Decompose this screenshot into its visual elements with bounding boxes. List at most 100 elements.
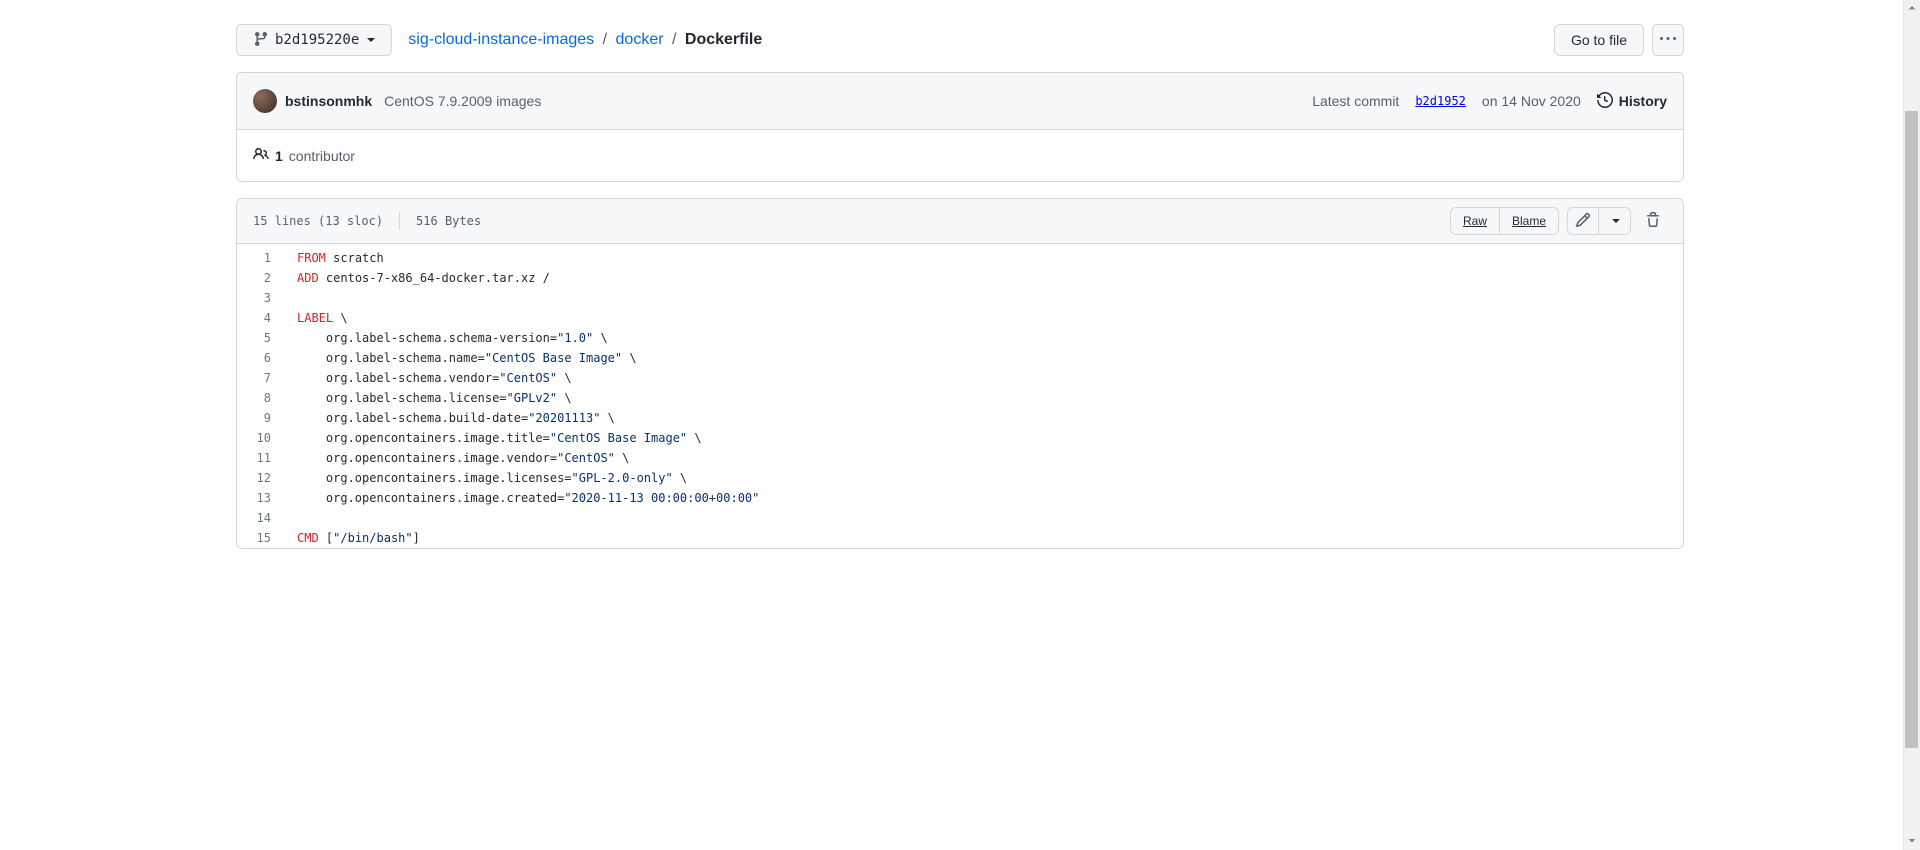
- file-meta: 15 lines (13 sloc) 516 Bytes: [253, 212, 481, 230]
- history-label: History: [1619, 93, 1667, 109]
- history-link[interactable]: History: [1597, 92, 1667, 111]
- code-line: 15CMD ["/bin/bash"]: [237, 528, 1683, 548]
- raw-button[interactable]: Raw: [1450, 207, 1500, 235]
- commit-date: on 14 Nov 2020: [1482, 93, 1581, 109]
- code-line: 14: [237, 508, 1683, 528]
- file-view-page: b2d195220e sig-cloud-instance-images / d…: [220, 0, 1700, 549]
- breadcrumb-path-link[interactable]: docker: [616, 31, 664, 48]
- more-options-button[interactable]: [1652, 24, 1684, 56]
- top-row: b2d195220e sig-cloud-instance-images / d…: [236, 24, 1684, 56]
- commit-author-area: bstinsonmhk CentOS 7.9.2009 images: [253, 89, 541, 113]
- line-content[interactable]: [287, 288, 1683, 308]
- people-icon: [253, 146, 269, 165]
- branch-name: b2d195220e: [275, 32, 359, 48]
- line-content[interactable]: org.opencontainers.image.vendor="CentOS"…: [287, 448, 1683, 468]
- line-number[interactable]: 15: [237, 528, 287, 548]
- code-line: 11 org.opencontainers.image.vendor="Cent…: [237, 448, 1683, 468]
- scrollbar[interactable]: ⏶ ⏷: [1903, 0, 1920, 850]
- breadcrumb-separator: /: [672, 31, 676, 48]
- line-content[interactable]: org.opencontainers.image.created="2020-1…: [287, 488, 1683, 508]
- code-body: 1FROM scratch2ADD centos-7-x86_64-docker…: [237, 244, 1683, 548]
- code-line: 5 org.label-schema.schema-version="1.0" …: [237, 328, 1683, 348]
- line-number[interactable]: 9: [237, 408, 287, 428]
- breadcrumb: sig-cloud-instance-images / docker / Doc…: [408, 31, 762, 49]
- code-line: 3: [237, 288, 1683, 308]
- line-content[interactable]: [287, 508, 1683, 528]
- line-number[interactable]: 5: [237, 328, 287, 348]
- left-nav: b2d195220e sig-cloud-instance-images / d…: [236, 24, 762, 56]
- commit-author-link[interactable]: bstinsonmhk: [285, 93, 372, 109]
- blame-button[interactable]: Blame: [1500, 207, 1559, 235]
- code-line: 6 org.label-schema.name="CentOS Base Ima…: [237, 348, 1683, 368]
- line-content[interactable]: org.opencontainers.image.title="CentOS B…: [287, 428, 1683, 448]
- caret-down-icon: [367, 38, 375, 42]
- code-line: 8 org.label-schema.license="GPLv2" \: [237, 388, 1683, 408]
- edit-group: [1567, 207, 1631, 235]
- commit-box: bstinsonmhk CentOS 7.9.2009 images Lates…: [236, 72, 1684, 182]
- line-number[interactable]: 12: [237, 468, 287, 488]
- code-line: 2ADD centos-7-x86_64-docker.tar.xz /: [237, 268, 1683, 288]
- contributors-label: contributor: [289, 148, 355, 164]
- history-icon: [1597, 92, 1613, 111]
- line-content[interactable]: CMD ["/bin/bash"]: [287, 528, 1683, 548]
- git-branch-icon: [253, 31, 269, 50]
- contributors-count: 1: [275, 148, 283, 164]
- code-line: 13 org.opencontainers.image.created="202…: [237, 488, 1683, 508]
- code-line: 4LABEL \: [237, 308, 1683, 328]
- file-tools: Raw Blame: [1450, 207, 1667, 235]
- pencil-icon: [1575, 212, 1591, 231]
- line-content[interactable]: org.opencontainers.image.licenses="GPL-2…: [287, 468, 1683, 488]
- branch-select-button[interactable]: b2d195220e: [236, 24, 392, 56]
- contributors-row[interactable]: 1 contributor: [237, 129, 1683, 181]
- line-number[interactable]: 8: [237, 388, 287, 408]
- go-to-file-button[interactable]: Go to file: [1554, 24, 1644, 56]
- kebab-horizontal-icon: [1660, 31, 1676, 50]
- line-number[interactable]: 14: [237, 508, 287, 528]
- line-content[interactable]: org.label-schema.name="CentOS Base Image…: [287, 348, 1683, 368]
- scrollbar-thumb[interactable]: [1905, 111, 1918, 749]
- edit-dropdown-button[interactable]: [1599, 207, 1631, 235]
- commit-header: bstinsonmhk CentOS 7.9.2009 images Lates…: [237, 73, 1683, 129]
- scrollbar-up-arrow[interactable]: ⏶: [1904, 0, 1920, 17]
- code-line: 9 org.label-schema.build-date="20201113"…: [237, 408, 1683, 428]
- line-content[interactable]: ADD centos-7-x86_64-docker.tar.xz /: [287, 268, 1683, 288]
- code-line: 1FROM scratch: [237, 244, 1683, 268]
- commit-message[interactable]: CentOS 7.9.2009 images: [384, 93, 541, 109]
- code-line: 12 org.opencontainers.image.licenses="GP…: [237, 468, 1683, 488]
- line-number[interactable]: 4: [237, 308, 287, 328]
- breadcrumb-file: Dockerfile: [685, 31, 762, 48]
- file-header: 15 lines (13 sloc) 516 Bytes Raw Blame: [237, 199, 1683, 244]
- line-content[interactable]: org.label-schema.license="GPLv2" \: [287, 388, 1683, 408]
- caret-down-icon: [1612, 219, 1620, 223]
- delete-button[interactable]: [1639, 207, 1667, 235]
- line-number[interactable]: 3: [237, 288, 287, 308]
- meta-divider: [399, 212, 400, 230]
- commit-hash-link[interactable]: b2d1952: [1415, 94, 1466, 108]
- avatar[interactable]: [253, 89, 277, 113]
- file-box: 15 lines (13 sloc) 516 Bytes Raw Blame: [236, 198, 1684, 549]
- line-number[interactable]: 2: [237, 268, 287, 288]
- raw-blame-group: Raw Blame: [1450, 207, 1559, 235]
- line-number[interactable]: 13: [237, 488, 287, 508]
- code-table: 1FROM scratch2ADD centos-7-x86_64-docker…: [237, 244, 1683, 548]
- right-actions: Go to file: [1554, 24, 1684, 56]
- line-content[interactable]: FROM scratch: [287, 244, 1683, 268]
- line-number[interactable]: 10: [237, 428, 287, 448]
- line-content[interactable]: org.label-schema.vendor="CentOS" \: [287, 368, 1683, 388]
- line-content[interactable]: org.label-schema.build-date="20201113" \: [287, 408, 1683, 428]
- code-line: 10 org.opencontainers.image.title="CentO…: [237, 428, 1683, 448]
- line-number[interactable]: 1: [237, 244, 287, 268]
- file-lines: 15 lines (13 sloc): [253, 214, 383, 228]
- line-content[interactable]: org.label-schema.schema-version="1.0" \: [287, 328, 1683, 348]
- line-number[interactable]: 7: [237, 368, 287, 388]
- line-content[interactable]: LABEL \: [287, 308, 1683, 328]
- breadcrumb-repo-link[interactable]: sig-cloud-instance-images: [408, 31, 594, 48]
- scrollbar-down-arrow[interactable]: ⏷: [1904, 833, 1920, 850]
- commit-meta: Latest commit b2d1952 on 14 Nov 2020 His…: [1312, 92, 1667, 111]
- code-line: 7 org.label-schema.vendor="CentOS" \: [237, 368, 1683, 388]
- line-number[interactable]: 11: [237, 448, 287, 468]
- edit-button[interactable]: [1567, 207, 1599, 235]
- line-number[interactable]: 6: [237, 348, 287, 368]
- file-size: 516 Bytes: [416, 214, 481, 228]
- latest-commit-label: Latest commit: [1312, 93, 1399, 109]
